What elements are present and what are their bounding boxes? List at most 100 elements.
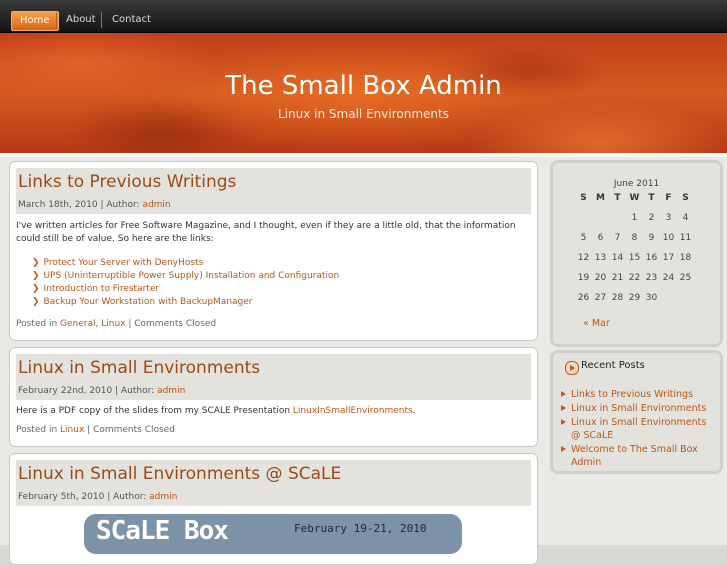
category-link[interactable]: Linux [101,319,125,329]
post-card: Linux in Small Environments February 22n… [9,347,538,447]
comments-status: | Comments Closed [87,425,175,435]
post-meta: February 22nd, 2010 | Author: admin [18,386,185,396]
post-meta: March 18th, 2010 | Author: admin [18,200,171,210]
post-card: Links to Previous Writings March 18th, 2… [9,161,538,341]
site-tagline: Linux in Small Environments [278,107,449,121]
chevron-right-icon: ❯ [32,258,40,268]
calendar-day: 4 [682,213,689,223]
play-bullet-icon [565,361,579,375]
article-link[interactable]: ❯ Backup Your Workstation with BackupMana… [32,296,339,309]
post-body-text: Here is a PDF copy of the slides from my… [16,406,291,416]
scale-date: February 19-21, 2010 [294,522,427,535]
recent-post-link[interactable]: Linux in Small Environments [561,402,711,415]
calendar-day: 26 [577,293,590,303]
article-link-label: Protect Your Server with DenyHosts [43,258,204,268]
article-link[interactable]: ❯ Protect Your Server with DenyHosts [32,257,339,270]
category-link[interactable]: Linux [60,425,84,435]
chevron-right-icon: ❯ [32,297,40,307]
weekday-header: M [596,193,605,203]
weekday-header: S [682,193,689,203]
recent-post-link[interactable]: Welcome to The Small Box Admin [561,443,711,469]
nav-separator [56,12,57,28]
post-date: February 5th, 2010 [18,492,105,502]
post-header: Linux in Small Environments February 22n… [16,354,531,400]
article-link-label: Introduction to Firestarter [43,284,160,294]
recent-post-link[interactable]: Links to Previous Writings [561,388,711,401]
author-prefix: | Author: [115,386,155,396]
calendar-day: 3 [665,213,672,223]
top-navigation: Home About Contact [0,0,727,33]
calendar-day: 24 [662,273,675,283]
author-link[interactable]: admin [149,492,177,502]
nav-about-link[interactable]: About [58,11,104,29]
article-link-list: ❯ Protect Your Server with DenyHosts ❯ UPS… [32,257,339,309]
post-title[interactable]: Linux in Small Environments [18,358,260,378]
author-link[interactable]: admin [142,200,170,210]
calendar-day: 8 [631,233,638,243]
calendar-prev-link[interactable]: « Mar [583,318,610,329]
category-link[interactable]: General [60,319,95,329]
calendar-day: 18 [679,253,692,263]
author-prefix: | Author: [100,200,140,210]
weekday-header: T [648,193,655,203]
calendar-day: 25 [679,273,692,283]
weekday-header: F [665,193,672,203]
weekday-header: T [614,193,621,203]
calendar-day: 20 [594,273,607,283]
author-link[interactable]: admin [157,386,185,396]
calendar-widget: June 2011 S M T W T F S 1 2 3 4 5 6 7 8 … [550,160,723,347]
post-date: February 22nd, 2010 [18,386,113,396]
calendar-day: 12 [577,253,590,263]
nav-home-link[interactable]: Home [11,11,59,31]
recent-posts-title: Recent Posts [581,360,645,371]
calendar-day: 19 [577,273,590,283]
site-title[interactable]: The Small Box Admin [0,71,727,101]
chevron-right-icon: ❯ [32,284,40,294]
chevron-right-icon: ❯ [32,271,40,281]
weekday-header: S [580,193,587,203]
calendar-day: 23 [645,273,658,283]
calendar-month: June 2011 [613,179,660,189]
calendar-day: 6 [597,233,604,243]
calendar-day: 10 [662,233,675,243]
calendar-day: 2 [648,213,655,223]
post-header: Linux in Small Environments @ SCaLE Febr… [16,460,531,506]
weekday-header: W [629,193,640,203]
posted-in-label: Posted in [16,319,58,329]
post-header: Links to Previous Writings March 18th, 2… [16,168,531,214]
calendar-day: 7 [614,233,621,243]
post-footer: Posted in Linux | Comments Closed [16,425,175,435]
calendar-day: 27 [594,293,607,303]
calendar-day: 16 [645,253,658,263]
calendar-day: 17 [662,253,675,263]
nav-contact-link[interactable]: Contact [104,11,159,29]
article-link[interactable]: ❯ UPS (Uninterruptible Power Supply) Inst… [32,270,339,283]
recent-post-link[interactable]: Linux in Small Environments @ SCaLE [561,416,711,442]
calendar-day: 14 [611,253,624,263]
author-prefix: | Author: [107,492,147,502]
calendar-day: 5 [580,233,587,243]
post-body: Here is a PDF copy of the slides from my… [16,406,416,416]
scale-banner-image: SCaLE Box February 19-21, 2010 [84,514,462,554]
post-card: Linux in Small Environments @ SCaLE Febr… [9,453,538,565]
article-link[interactable]: ❯ Introduction to Firestarter [32,283,339,296]
post-date: March 18th, 2010 [18,200,98,210]
calendar-day: 29 [628,293,641,303]
calendar-day: 13 [594,253,607,263]
scale-logo: SCaLE Box [96,516,229,546]
post-body: I've written articles for Free Software … [16,221,516,244]
posted-in-label: Posted in [16,425,58,435]
comments-status: | Comments Closed [128,319,217,329]
recent-posts-list: Links to Previous Writings Linux in Smal… [561,388,711,470]
article-link-label: Backup Your Workstation with BackupManag… [43,297,253,307]
recent-posts-widget: Recent Posts Links to Previous Writings … [550,350,723,474]
header-banner: The Small Box Admin Linux in Small Envir… [0,33,727,157]
nav-separator [101,12,102,28]
calendar-day: 22 [628,273,641,283]
calendar-day: 15 [628,253,641,263]
calendar-day: 28 [611,293,624,303]
article-link-label: UPS (Uninterruptible Power Supply) Insta… [43,271,340,281]
post-title[interactable]: Links to Previous Writings [18,172,236,192]
post-title[interactable]: Linux in Small Environments @ SCaLE [18,464,341,484]
pdf-link[interactable]: LinuxInSmallEnvironments [293,406,413,416]
